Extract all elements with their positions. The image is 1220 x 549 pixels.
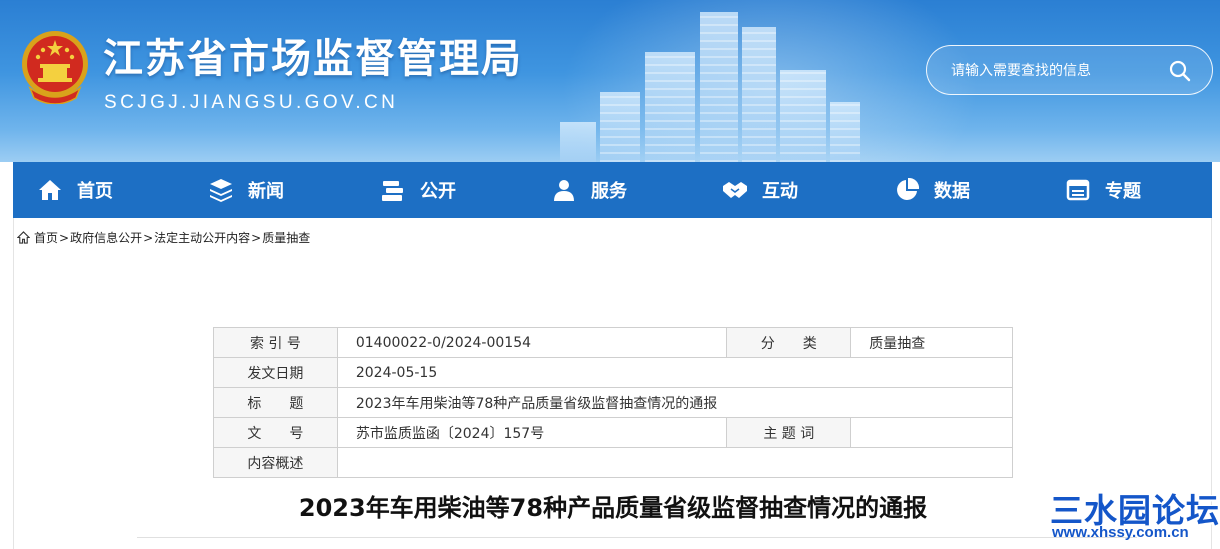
search-box <box>926 45 1213 95</box>
nav-label: 互动 <box>762 181 798 202</box>
document-info-table: 索 引 号 01400022-0/2024-00154 分 类 质量抽查 发文日… <box>213 327 1014 478</box>
skyline-building <box>742 27 776 162</box>
users-icon <box>554 180 574 201</box>
breadcrumb: 首页 > 政府信息公开 > 法定主动公开内容 > 质量抽查 <box>17 229 310 246</box>
date-value: 2024-05-15 <box>336 357 1014 388</box>
nav-item-news[interactable]: 新闻 <box>208 162 284 218</box>
skyline-building <box>600 92 640 162</box>
title-divider <box>137 537 1137 538</box>
breadcrumb-separator: > <box>251 230 262 245</box>
table-row: 发文日期 2024-05-15 <box>213 357 1014 388</box>
search-input[interactable] <box>951 58 1151 84</box>
nav-label: 新闻 <box>248 181 284 202</box>
home-icon <box>17 231 30 244</box>
window-icon <box>1066 179 1090 201</box>
search-icon[interactable] <box>1168 59 1192 83</box>
main-nav: 首页 新闻 公开 服务 互动 数据 专题 <box>13 162 1212 218</box>
title-label: 标 题 <box>213 387 338 418</box>
watermark-url: www.xhssy.com.cn <box>1052 524 1189 541</box>
skyline-building <box>780 70 826 162</box>
handshake-icon <box>723 182 747 198</box>
site-domain: SCJGJ.JIANGSU.GOV.CN <box>104 92 399 113</box>
site-title: 江苏省市场监督管理局 <box>103 36 523 82</box>
nav-label: 首页 <box>77 181 113 202</box>
nav-item-service[interactable]: 服务 <box>551 162 627 218</box>
nav-item-interact[interactable]: 互动 <box>722 162 798 218</box>
nav-item-topics[interactable]: 专题 <box>1065 162 1141 218</box>
breadcrumb-link-gov-info[interactable]: 政府信息公开 <box>70 229 142 246</box>
breadcrumb-link-quality[interactable]: 质量抽查 <box>262 229 310 246</box>
breadcrumb-separator: > <box>143 230 154 245</box>
index-label: 索 引 号 <box>213 327 338 358</box>
skyline-building <box>560 122 596 162</box>
breadcrumb-link-home[interactable]: 首页 <box>34 229 58 246</box>
category-label: 分 类 <box>726 327 852 358</box>
table-row: 索 引 号 01400022-0/2024-00154 分 类 质量抽查 <box>213 327 1013 358</box>
breadcrumb-separator: > <box>59 230 70 245</box>
nav-item-open[interactable]: 公开 <box>380 162 456 218</box>
summary-value <box>336 447 1014 478</box>
book-stack-icon <box>382 181 403 201</box>
date-label: 发文日期 <box>213 357 338 388</box>
keyword-label: 主 题 词 <box>726 417 852 448</box>
skyline-building <box>700 12 738 162</box>
home-icon <box>39 180 61 200</box>
forum-watermark: 三水园论坛 www.xhssy.com.cn <box>1050 484 1220 549</box>
table-row: 标 题 2023年车用柴油等78种产品质量省级监督抽查情况的通报 <box>213 387 1014 418</box>
skyline-building <box>645 52 695 162</box>
national-emblem-icon <box>22 31 88 104</box>
breadcrumb-link-statutory[interactable]: 法定主动公开内容 <box>154 229 250 246</box>
table-row: 内容概述 <box>213 447 1014 478</box>
page: 江苏省市场监督管理局 SCJGJ.JIANGSU.GOV.CN 首页 新闻 <box>0 0 1220 549</box>
index-value: 01400022-0/2024-00154 <box>336 327 728 358</box>
category-value: 质量抽查 <box>850 327 1013 358</box>
nav-label: 服务 <box>591 181 627 202</box>
skyline-building <box>830 102 860 162</box>
nav-label: 专题 <box>1105 181 1141 202</box>
pie-chart-icon <box>897 177 920 200</box>
keyword-value <box>850 417 1013 448</box>
layers-icon <box>210 179 232 202</box>
summary-label: 内容概述 <box>213 447 338 478</box>
nav-item-home[interactable]: 首页 <box>37 162 113 218</box>
docno-value: 苏市监质监函〔2024〕157号 <box>336 417 728 448</box>
table-row: 文 号 苏市监质监函〔2024〕157号 主 题 词 <box>213 417 1013 448</box>
title-value: 2023年车用柴油等78种产品质量省级监督抽查情况的通报 <box>336 387 1014 418</box>
nav-item-data[interactable]: 数据 <box>894 162 970 218</box>
article-title: 2023年车用柴油等78种产品质量省级监督抽查情况的通报 <box>298 494 928 522</box>
header-banner: 江苏省市场监督管理局 SCJGJ.JIANGSU.GOV.CN <box>0 0 1220 162</box>
docno-label: 文 号 <box>213 417 338 448</box>
nav-label: 数据 <box>934 181 970 202</box>
nav-label: 公开 <box>420 181 456 202</box>
